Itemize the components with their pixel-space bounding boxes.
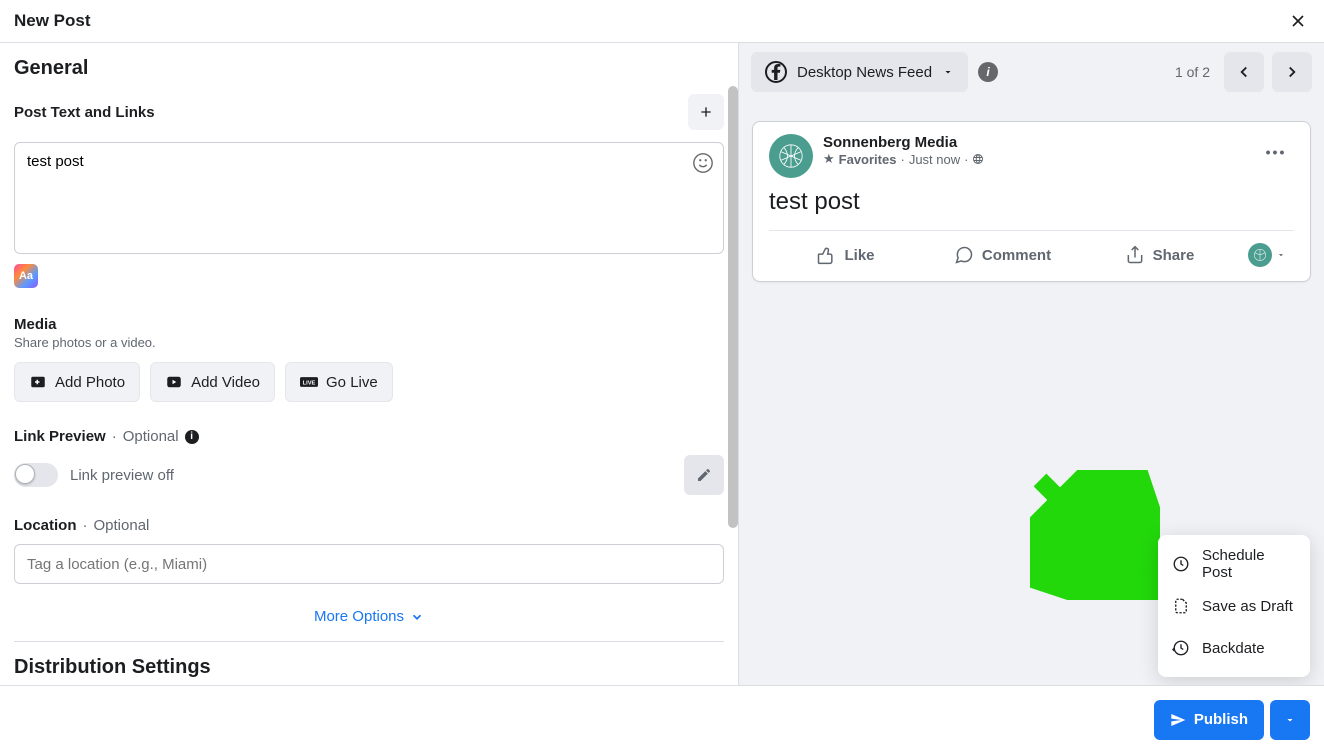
caret-down-icon (1276, 250, 1286, 260)
edit-link-preview-button[interactable] (684, 455, 724, 495)
publish-button[interactable]: Publish (1154, 700, 1264, 740)
post-text-input[interactable]: test post (15, 143, 723, 253)
svg-text:LIVE: LIVE (303, 380, 316, 386)
share-button[interactable]: Share (1083, 235, 1236, 275)
toggle-knob (15, 464, 35, 484)
add-photo-button[interactable]: Add Photo (14, 362, 140, 402)
page-avatar (769, 134, 813, 178)
close-icon (1288, 11, 1308, 31)
live-icon: LIVE (300, 376, 318, 388)
post-text-container: test post (14, 142, 724, 254)
add-video-label: Add Video (191, 374, 260, 391)
media-subtext: Share photos or a video. (14, 335, 724, 350)
publish-label: Publish (1194, 711, 1248, 728)
dialog-title: New Post (14, 11, 91, 31)
like-button[interactable]: Like (769, 235, 922, 275)
feed-label: Desktop News Feed (797, 64, 932, 81)
go-live-label: Go Live (326, 374, 378, 391)
share-icon (1125, 245, 1145, 265)
general-heading: General (14, 57, 724, 80)
scrollbar[interactable] (728, 86, 738, 528)
preview-pager: 1 of 2 (1175, 64, 1210, 80)
add-photo-label: Add Photo (55, 374, 125, 391)
publish-split-button[interactable] (1270, 700, 1310, 740)
chevron-left-icon (1235, 63, 1253, 81)
schedule-label: Schedule Post (1202, 547, 1296, 581)
location-input[interactable] (14, 544, 724, 584)
clock-icon (1172, 555, 1190, 573)
video-icon (165, 373, 183, 391)
save-draft-option[interactable]: Save as Draft (1158, 585, 1310, 627)
link-preview-status: Link preview off (70, 467, 174, 484)
draft-icon (1172, 597, 1190, 615)
preview-prev-button[interactable] (1224, 52, 1264, 92)
pencil-icon (696, 467, 712, 483)
feed-selector[interactable]: Desktop News Feed (751, 52, 968, 92)
schedule-post-option[interactable]: Schedule Post (1158, 543, 1310, 585)
link-preview-info-icon[interactable]: i (185, 430, 199, 444)
chevron-down-icon (410, 610, 424, 624)
photo-icon (29, 373, 47, 391)
smiley-icon (692, 152, 714, 174)
share-label: Share (1153, 247, 1195, 264)
backdate-icon (1172, 639, 1190, 657)
publish-dropdown-menu: Schedule Post Save as Draft Backdate (1158, 535, 1310, 677)
page-name[interactable]: Sonnenberg Media (823, 134, 1248, 151)
post-text-label: Post Text and Links (14, 104, 155, 121)
star-icon: ★ (823, 151, 835, 167)
post-menu-button[interactable]: ••• (1258, 134, 1294, 170)
facebook-icon (765, 61, 787, 83)
emoji-button[interactable] (691, 151, 715, 175)
location-label: Location (14, 517, 77, 534)
post-time: Just now (909, 152, 960, 167)
caret-down-icon (1284, 714, 1296, 726)
send-icon (1170, 712, 1186, 728)
backdate-label: Backdate (1202, 640, 1265, 657)
comment-button[interactable]: Comment (926, 235, 1079, 275)
distribution-heading: Distribution Settings (14, 656, 724, 679)
link-preview-label: Link Preview (14, 428, 106, 445)
add-text-button[interactable] (688, 94, 724, 130)
media-heading: Media (14, 316, 724, 333)
more-options-label: More Options (314, 608, 404, 625)
dialog-footer: Publish (0, 685, 1324, 753)
draft-label: Save as Draft (1202, 598, 1293, 615)
dialog-header: New Post (0, 0, 1324, 43)
close-button[interactable] (1286, 9, 1310, 33)
reaction-selector[interactable] (1240, 243, 1294, 267)
favorites-label: Favorites (839, 152, 897, 167)
divider (14, 641, 724, 642)
plus-icon (698, 104, 714, 120)
background-color-button[interactable]: Aa (14, 264, 38, 288)
preview-next-button[interactable] (1272, 52, 1312, 92)
add-video-button[interactable]: Add Video (150, 362, 275, 402)
preview-post-text: test post (769, 188, 1294, 216)
backdate-option[interactable]: Backdate (1158, 627, 1310, 669)
more-options-button[interactable]: More Options (14, 600, 724, 641)
link-preview-optional: Optional (123, 428, 179, 445)
post-preview-card: Sonnenberg Media ★ Favorites · Just now … (752, 121, 1311, 282)
thumbs-up-icon (816, 245, 836, 265)
location-optional: Optional (94, 517, 150, 534)
comment-label: Comment (982, 247, 1051, 264)
preview-info-button[interactable]: i (978, 62, 998, 82)
like-label: Like (844, 247, 874, 264)
composer-panel: General Post Text and Links test post Aa… (0, 43, 738, 685)
link-preview-toggle[interactable] (14, 463, 58, 487)
comment-icon (954, 245, 974, 265)
caret-down-icon (942, 66, 954, 78)
go-live-button[interactable]: LIVE Go Live (285, 362, 393, 402)
preview-toolbar: Desktop News Feed i 1 of 2 (739, 43, 1324, 101)
reaction-avatar-icon (1248, 243, 1272, 267)
chevron-right-icon (1283, 63, 1301, 81)
globe-icon (972, 153, 984, 165)
